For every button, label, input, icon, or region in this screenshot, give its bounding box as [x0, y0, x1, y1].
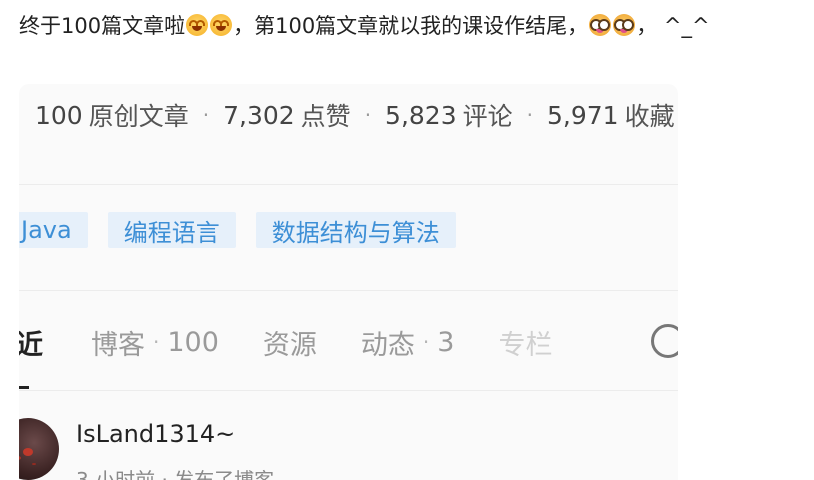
embedded-screenshot[interactable]: 100 原创文章 · 7,302 点赞 · 5,823 评论 · 5,971 收… — [19, 84, 678, 480]
stat-comments-label: 评论 — [462, 102, 513, 131]
tag-programming-languages[interactable]: 编程语言 — [107, 212, 236, 248]
separator-dot: · — [526, 103, 533, 127]
separator-dot: · — [153, 330, 160, 354]
tab-column-label: 专栏 — [498, 329, 553, 361]
divider — [19, 184, 678, 185]
divider — [19, 290, 678, 291]
tab-recent[interactable]: 最近 — [19, 323, 43, 362]
separator-dot: · — [202, 103, 210, 127]
tab-blog-count: 100 — [167, 326, 219, 358]
post-text: 终于100篇文章啦 ，第100篇文章就以我的课设作结尾， ， ^_^ — [19, 10, 710, 40]
tab-resources-label: 资源 — [262, 329, 317, 361]
divider — [19, 390, 678, 391]
stat-likes-label: 点赞 — [300, 102, 351, 131]
tab-activity-label: 动态 — [360, 329, 415, 361]
tab-activity[interactable]: 动态 · 3 — [361, 323, 455, 362]
nerd-face-icon — [613, 14, 636, 36]
beaming-face-icon — [186, 14, 209, 36]
feed-username[interactable]: IsLand1314~ — [76, 420, 235, 448]
tab-blog[interactable]: 博客 · 100 — [91, 323, 219, 362]
stat-favorites-value: 5,971 — [547, 100, 619, 130]
page: 终于100篇文章啦 ，第100篇文章就以我的课设作结尾， ， ^_^ 100 原… — [0, 0, 814, 480]
stat-articles-value: 100 — [35, 100, 83, 130]
stat-likes-value: 7,302 — [223, 100, 295, 130]
active-tab-indicator — [19, 386, 29, 389]
stat-comments-value: 5,823 — [385, 100, 457, 130]
post-text-end: ， ^_^ — [636, 14, 710, 38]
post-text-start: 终于100篇文章啦 — [19, 14, 186, 38]
post-text-middle: ，第100篇文章就以我的课设作结尾， — [233, 14, 589, 38]
tab-resources[interactable]: 资源 — [263, 323, 317, 362]
tab-column[interactable]: 专栏 — [498, 323, 552, 362]
tab-recent-label: 最近 — [19, 329, 43, 361]
stat-favorites-label: 收藏 — [624, 102, 675, 131]
separator-dot: · — [422, 330, 430, 354]
tag-java[interactable]: Java — [19, 212, 88, 248]
search-icon[interactable] — [651, 324, 678, 358]
separator-dot: · — [364, 103, 372, 127]
tab-blog-label: 博客 — [91, 329, 145, 361]
tag-list: Java 编程语言 数据结构与算法 — [19, 212, 456, 248]
beaming-face-icon — [210, 14, 233, 36]
stat-articles-label: 原创文章 — [88, 102, 189, 131]
tab-activity-count: 3 — [437, 326, 455, 358]
profile-stats: 100 原创文章 · 7,302 点赞 · 5,823 评论 · 5,971 收… — [35, 98, 675, 132]
tag-data-structures[interactable]: 数据结构与算法 — [255, 212, 456, 248]
nerd-face-icon — [589, 14, 612, 36]
avatar[interactable] — [19, 418, 59, 480]
profile-tabs: 最近 博客 · 100 资源 动态 · 3 专栏 — [19, 322, 596, 362]
feed-meta: 3 小时前 · 发布了博客 — [76, 468, 275, 480]
